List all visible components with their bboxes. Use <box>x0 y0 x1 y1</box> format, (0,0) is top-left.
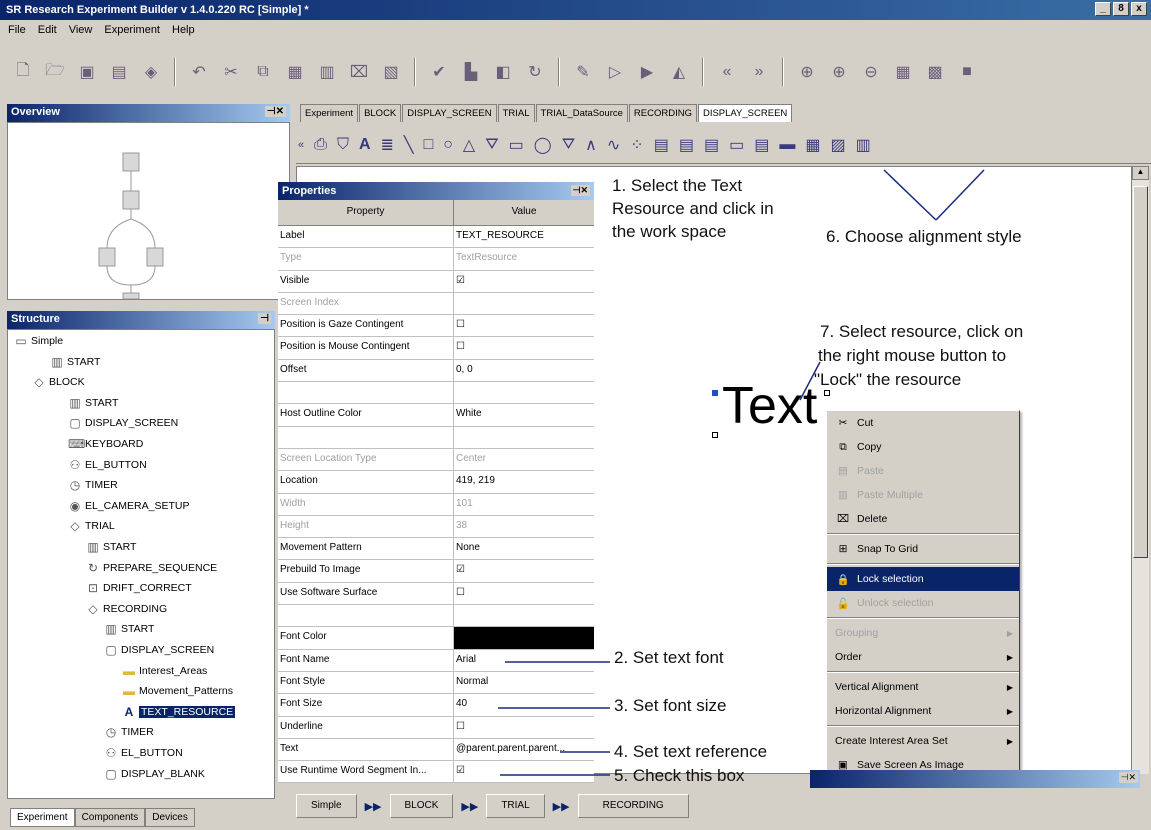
context-menu-item[interactable]: Grouping ▶ <box>827 621 1019 645</box>
context-menu-label: Paste Multiple <box>857 489 923 501</box>
context-menu-item[interactable]: Vertical Alignment ▶ <box>827 675 1019 699</box>
context-menu-label: Snap To Grid <box>857 543 919 555</box>
breadcrumb-arrow-icon: ▶▶ <box>364 800 382 813</box>
submenu-arrow-icon: ▶ <box>1006 682 1013 692</box>
context-menu-item[interactable]: Create Interest Area Set ▶ <box>827 729 1019 753</box>
submenu-arrow-icon: ▶ <box>1006 736 1013 746</box>
cut-icon: ✂ <box>838 417 848 429</box>
context-menu-label: Delete <box>857 513 888 525</box>
context-menu-item[interactable]: Horizontal Alignment ▶ <box>827 699 1019 723</box>
context-menu: ✂ Cut ⧉ Copy ▤ Paste ▥ Paste Multiple ⌧ Delete ⊞ Sn… <box>826 410 1020 772</box>
breadcrumb-simple[interactable]: Simple <box>296 794 357 818</box>
lower-panel-header: ⊣✕ <box>810 770 1140 788</box>
breadcrumb-arrow-icon: ▶▶ <box>461 800 479 813</box>
submenu-arrow-icon: ▶ <box>1006 652 1013 662</box>
context-menu-label: Lock selection <box>857 573 924 585</box>
breadcrumb-recording[interactable]: RECORDING <box>577 794 689 818</box>
menu-separator <box>827 671 1019 673</box>
menu-separator <box>827 617 1019 619</box>
submenu-arrow-icon: ▶ <box>1006 706 1013 716</box>
lock-icon: 🔒 <box>836 573 850 586</box>
menu-separator <box>827 563 1019 565</box>
context-menu-item[interactable]: ▥ Paste Multiple <box>827 483 1019 507</box>
context-menu-item[interactable]: 🔒 Lock selection <box>827 567 1019 591</box>
breadcrumb: Simple ▶▶ BLOCK ▶▶ TRIAL ▶▶ RECORDING <box>296 794 689 818</box>
paste-icon: ▤ <box>838 465 848 477</box>
context-menu-label: Unlock selection <box>857 597 934 609</box>
submenu-arrow-icon: ▶ <box>1006 628 1013 638</box>
context-menu-label: Vertical Alignment <box>835 681 919 693</box>
breadcrumb-block[interactable]: BLOCK <box>389 794 454 818</box>
unlock-icon: 🔓 <box>836 597 850 610</box>
context-menu-item[interactable]: ⧉ Copy <box>827 435 1019 459</box>
context-menu-item[interactable]: ⊞ Snap To Grid <box>827 537 1019 561</box>
menu-separator <box>827 533 1019 535</box>
paste-multiple-icon: ▥ <box>838 489 848 501</box>
context-menu-item[interactable]: Order ▶ <box>827 645 1019 669</box>
context-menu-item[interactable]: 🔓 Unlock selection <box>827 591 1019 615</box>
context-menu-label: Paste <box>857 465 884 477</box>
breadcrumb-arrow-icon: ▶▶ <box>552 800 570 813</box>
context-menu-label: Cut <box>857 417 874 429</box>
snap-icon: ⊞ <box>838 543 848 555</box>
menu-separator <box>827 725 1019 727</box>
delete-icon: ⌧ <box>836 513 850 525</box>
close-icon[interactable]: ⊣✕ <box>1118 772 1138 783</box>
context-menu-label: Create Interest Area Set <box>835 735 948 747</box>
context-menu-label: Horizontal Alignment <box>835 705 932 717</box>
context-menu-label: Order <box>835 651 862 663</box>
context-menu-item[interactable]: ⌧ Delete <box>827 507 1019 531</box>
context-menu-item[interactable]: ▤ Paste <box>827 459 1019 483</box>
context-menu-label: Copy <box>857 441 882 453</box>
copy-icon: ⧉ <box>839 440 847 453</box>
context-menu-item[interactable]: ✂ Cut <box>827 411 1019 435</box>
breadcrumb-trial[interactable]: TRIAL <box>486 794 545 818</box>
context-menu-label: Grouping <box>835 627 879 639</box>
